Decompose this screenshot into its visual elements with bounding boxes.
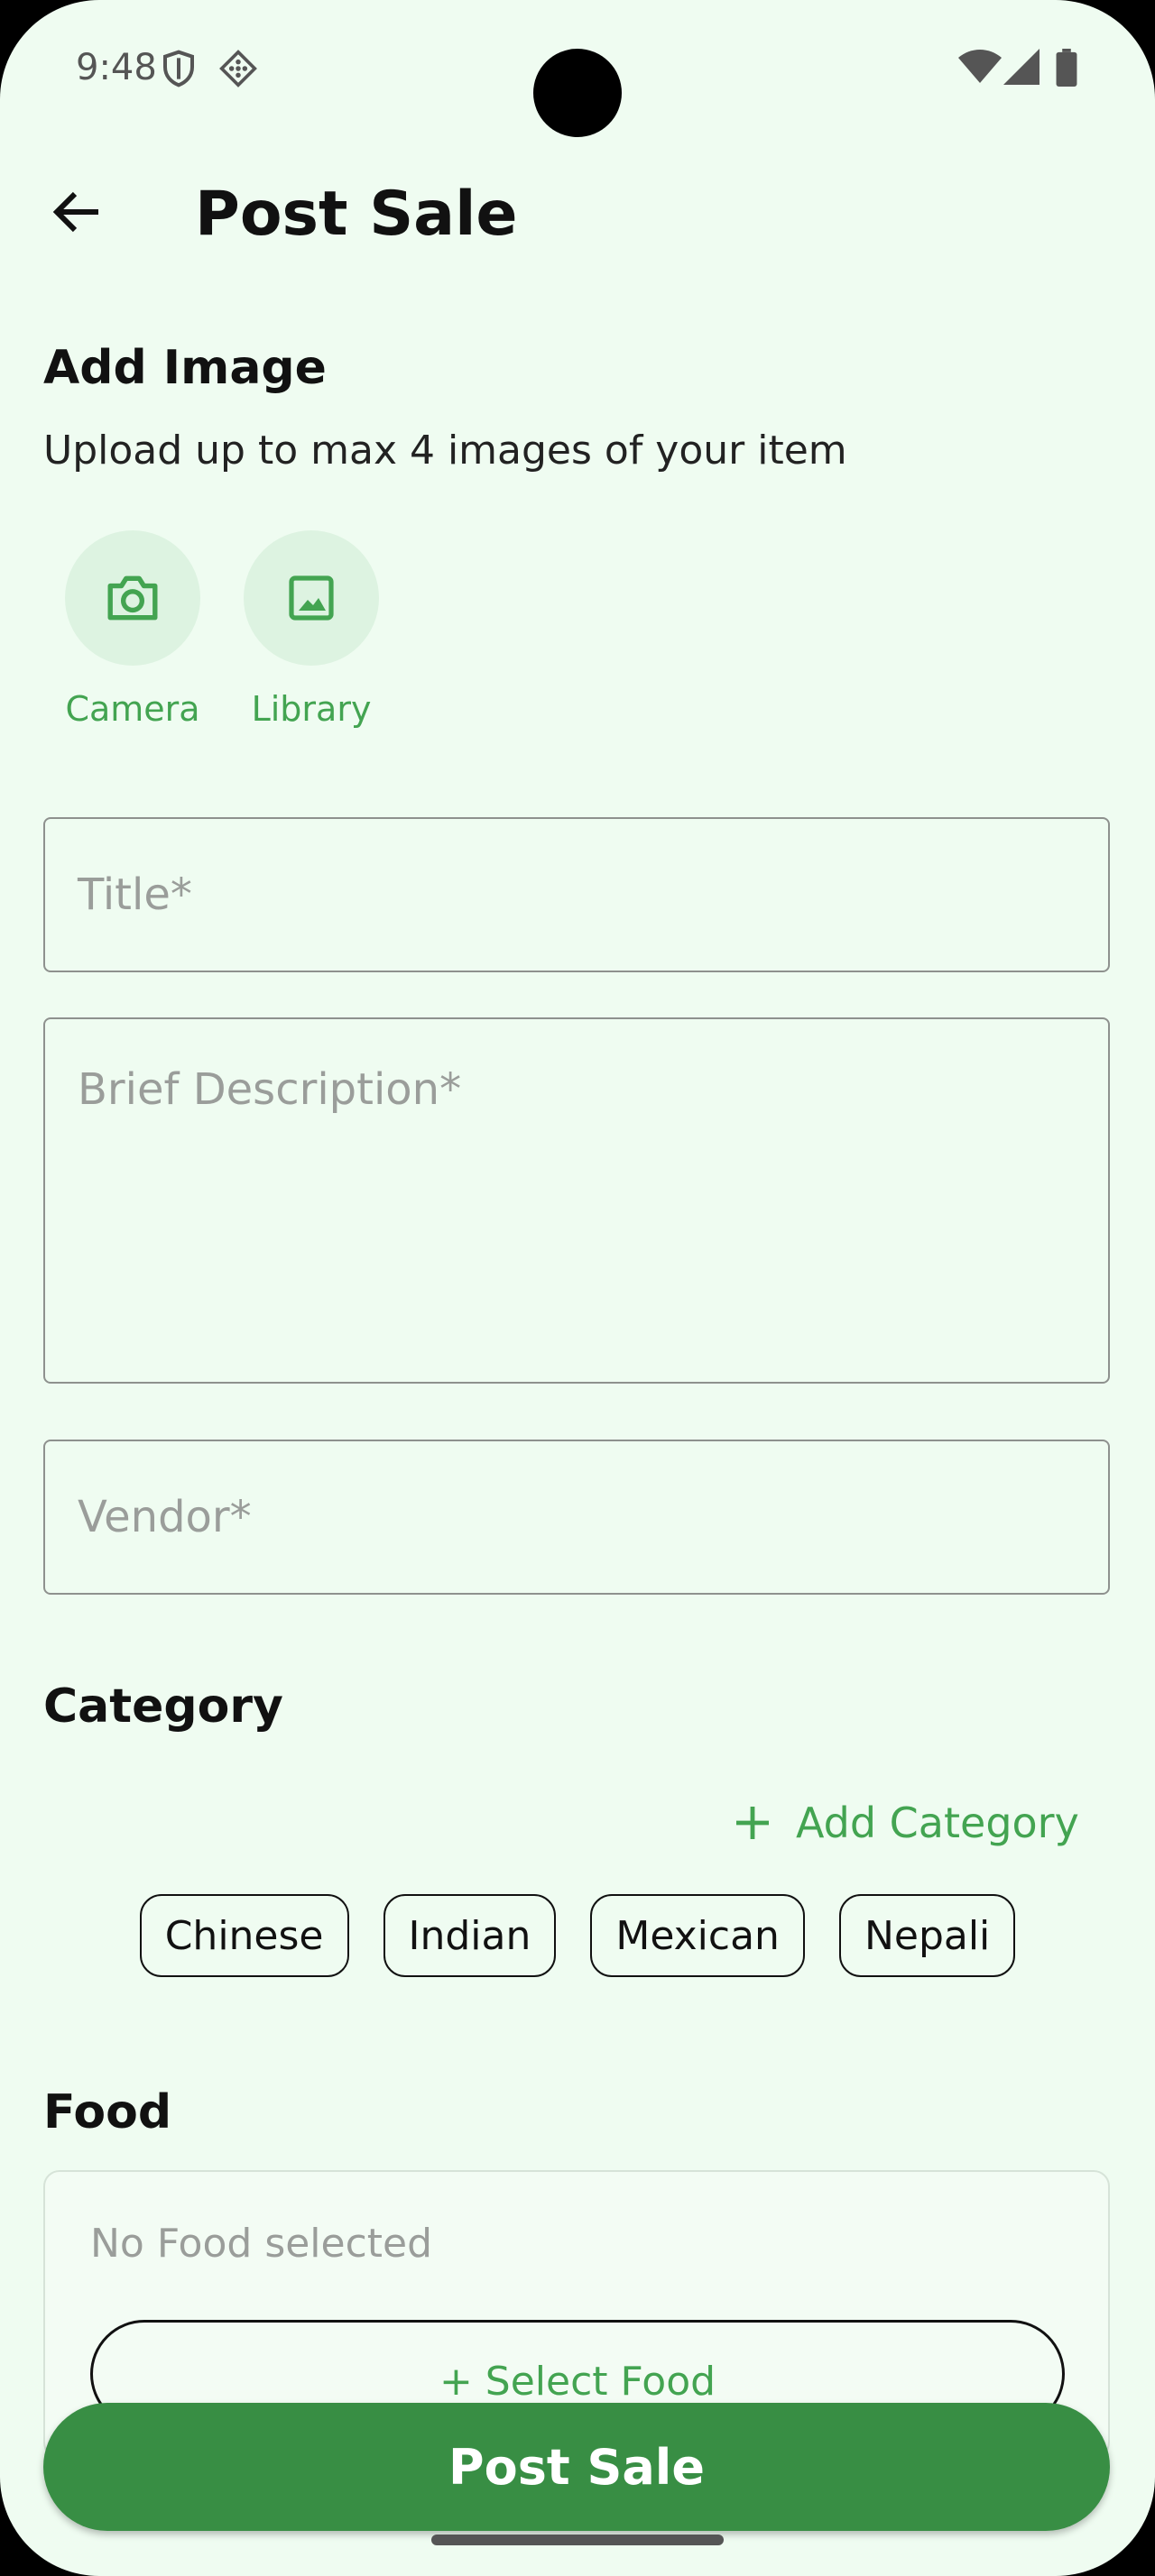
category-chip[interactable]: Chinese <box>139 1894 349 1977</box>
camera-circle[interactable] <box>65 530 200 666</box>
add-image-heading: Add Image <box>43 341 327 395</box>
library-circle[interactable] <box>244 530 379 666</box>
home-indicator[interactable] <box>431 2535 724 2545</box>
description-placeholder: Brief Description* <box>78 1064 462 1115</box>
category-chips: Chinese Indian Mexican Nepali <box>0 1894 1155 1977</box>
status-time: 9:48 <box>76 47 157 88</box>
plus-icon <box>736 1807 769 1839</box>
category-chip[interactable]: Indian <box>383 1894 557 1977</box>
dots-grid-icon <box>218 49 258 92</box>
add-category-button[interactable]: Add Category <box>735 1799 1079 1847</box>
front-camera-cutout <box>533 49 622 137</box>
vendor-field[interactable]: Vendor* <box>43 1440 1110 1595</box>
app-screen: 9:48 Post Sale Add Image Upload up to ma… <box>0 0 1155 2576</box>
category-heading: Category <box>43 1679 283 1734</box>
wifi-icon <box>958 49 1002 88</box>
camera-button[interactable]: Camera <box>65 530 200 729</box>
battery-icon <box>1056 49 1077 90</box>
title-field[interactable]: Title* <box>43 817 1110 972</box>
description-field[interactable]: Brief Description* <box>43 1017 1110 1384</box>
page-title: Post Sale <box>195 179 518 250</box>
category-chip[interactable]: Mexican <box>590 1894 805 1977</box>
camera-label: Camera <box>65 689 200 729</box>
post-sale-button[interactable]: Post Sale <box>43 2403 1110 2531</box>
cellular-signal-icon <box>1003 49 1040 88</box>
select-food-label: + Select Food <box>439 2359 716 2405</box>
vendor-placeholder: Vendor* <box>78 1492 252 1542</box>
food-empty-text: No Food selected <box>90 2221 433 2267</box>
image-icon <box>289 575 334 621</box>
library-label: Library <box>251 689 372 729</box>
library-button[interactable]: Library <box>244 530 379 729</box>
food-heading: Food <box>43 2085 172 2139</box>
title-placeholder: Title* <box>78 869 192 920</box>
shield-icon <box>161 49 197 92</box>
camera-icon <box>107 575 158 621</box>
add-category-label: Add Category <box>796 1799 1079 1847</box>
add-image-subtitle: Upload up to max 4 images of your item <box>43 428 847 474</box>
arrow-left-icon <box>52 191 98 233</box>
category-chip[interactable]: Nepali <box>838 1894 1016 1977</box>
back-button[interactable] <box>45 180 108 244</box>
